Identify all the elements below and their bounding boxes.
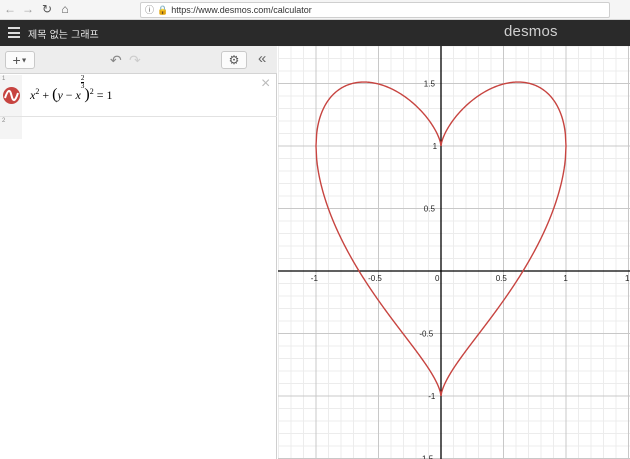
latex-x2: x	[75, 88, 81, 102]
app-header: 제목 없는 그래프 desmos	[0, 20, 630, 46]
expression-gutter: 2	[0, 117, 22, 139]
url-text: https://www.desmos.com/calculator	[171, 5, 312, 15]
collapse-panel-icon[interactable]: «	[258, 50, 266, 67]
graph-title[interactable]: 제목 없는 그래프	[28, 26, 99, 41]
x-tick-label: -0.5	[368, 274, 382, 283]
x-tick-label: -1	[311, 274, 319, 283]
settings-wrench-icon[interactable]: ⚙	[221, 51, 247, 69]
y-tick-label: -0.5	[419, 330, 433, 339]
add-label: +	[12, 52, 21, 68]
lock-icon: 🔒	[157, 5, 169, 15]
y-tick-label: 0.5	[424, 205, 436, 214]
home-icon[interactable]: ⌂	[58, 2, 72, 16]
delete-expression-icon[interactable]: ×	[261, 75, 270, 93]
y-tick-label: -1.5	[419, 455, 433, 459]
expression-row-empty[interactable]: 2	[0, 117, 277, 139]
latex-exponent: 23	[80, 74, 85, 90]
expression-math[interactable]: x2 + (y − x 2 3)2 = 1	[30, 75, 113, 104]
x-tick-label: 0.5	[496, 274, 508, 283]
browser-toolbar: ← → ↻ ⌂ ⓘ 🔒 https://www.desmos.com/calcula…	[0, 0, 630, 20]
expression-toolbar: +▼ ↶ ↷ ⚙ «	[0, 46, 277, 74]
expression-gutter: 1	[0, 75, 22, 116]
latex-equals: = 1	[93, 88, 113, 102]
address-bar[interactable]: ⓘ 🔒 https://www.desmos.com/calculator	[140, 2, 610, 18]
latex-x: x2	[30, 87, 40, 102]
redo-icon[interactable]: ↷	[129, 52, 141, 69]
back-arrow-icon[interactable]: ←	[3, 2, 17, 16]
expression-panel: +▼ ↶ ↷ ⚙ « 1 x2 + (y − x 2 3)2 = 1 × 2	[0, 46, 277, 459]
latex-plus: +	[42, 88, 53, 102]
reload-icon[interactable]: ↻	[40, 2, 54, 16]
undo-icon[interactable]: ↶	[110, 52, 122, 69]
desmos-logo: desmos	[504, 23, 558, 40]
x-tick-label-edge: 1.	[625, 274, 630, 283]
y-tick-label: 1	[433, 142, 438, 151]
graph-color-icon[interactable]	[3, 87, 20, 104]
menu-icon[interactable]	[8, 27, 20, 38]
expression-number: 2	[2, 118, 6, 124]
expression-number: 1	[2, 76, 6, 82]
y-tick-label: -1	[428, 392, 436, 401]
add-item-button[interactable]: +▼	[5, 51, 35, 69]
y-tick-label: 1.5	[424, 80, 436, 89]
x-tick-label: 0	[435, 274, 440, 283]
caret-down-icon: ▼	[20, 57, 28, 65]
latex-minus: −	[62, 88, 76, 102]
info-icon[interactable]: ⓘ	[145, 5, 154, 15]
forward-arrow-icon[interactable]: →	[21, 2, 35, 16]
graph-paper[interactable]: -1 -0.5 0 0.5 1 1. 1.5 1 0.5 -0.5 -1 -1.5	[278, 46, 630, 459]
expression-row[interactable]: 1 x2 + (y − x 2 3)2 = 1 ×	[0, 75, 277, 117]
x-tick-label: 1	[563, 274, 568, 283]
